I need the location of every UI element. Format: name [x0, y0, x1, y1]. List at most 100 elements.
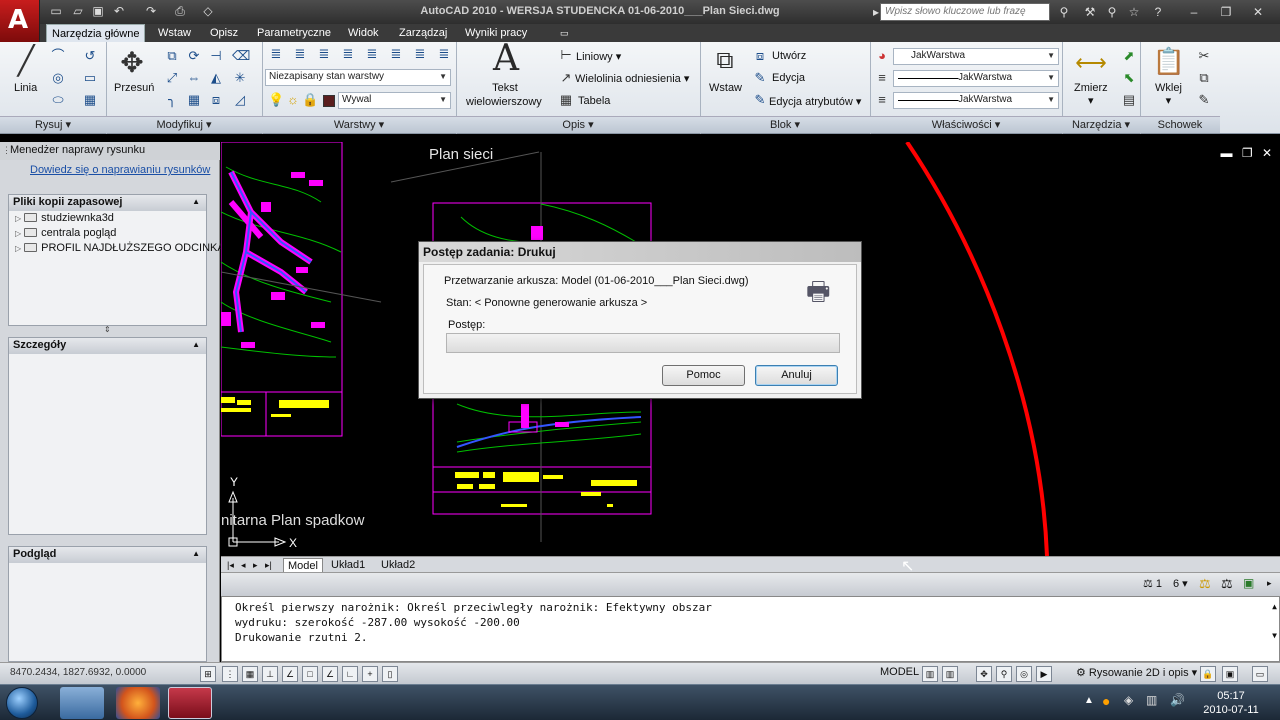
create-block-icon[interactable]: ⧈ — [752, 48, 768, 64]
tab-annotate[interactable]: Opisz — [205, 24, 243, 42]
palette-grip-icon[interactable]: ⋮ — [2, 145, 11, 156]
auto-scale-icon[interactable]: ⚖ — [1221, 576, 1233, 592]
circle-icon[interactable]: ◎ — [50, 70, 66, 86]
line-icon[interactable]: ╱ — [10, 46, 42, 76]
hatch-icon[interactable]: ▦ — [82, 92, 98, 108]
layer-isolate-icon[interactable]: ≣ — [292, 46, 308, 62]
maximize-icon[interactable]: ❐ — [1218, 4, 1234, 20]
tab-insert[interactable]: Wstaw — [153, 24, 196, 42]
annotation-scale-icon[interactable]: ⚖ 1 — [1143, 577, 1162, 590]
lineweight-toggle-icon[interactable]: ▯ — [382, 666, 398, 682]
arc-icon[interactable]: ↺ — [82, 48, 98, 64]
text-label-1[interactable]: Tekst — [490, 82, 520, 94]
new-file-icon[interactable]: ▭ — [48, 3, 64, 19]
panel-annotation-footer[interactable]: Opis ▾ — [456, 116, 700, 133]
start-button[interactable] — [6, 687, 38, 719]
rectangle-icon[interactable]: ▭ — [82, 70, 98, 86]
close-icon[interactable]: ✕ — [1250, 4, 1266, 20]
insert-block-icon[interactable]: ⧉ — [708, 46, 742, 76]
tab-last-icon[interactable]: ▸| — [261, 558, 276, 572]
splitter-grip-icon[interactable]: ⇕ — [104, 325, 111, 334]
expand-icon[interactable]: ▷ — [15, 244, 21, 253]
firefox-taskbar-icon[interactable] — [116, 687, 160, 719]
linear-dimension-label[interactable]: Liniowy ▾ — [576, 50, 621, 63]
table-label[interactable]: Tabela — [578, 95, 610, 107]
preview-header[interactable]: Podgląd — [9, 547, 206, 563]
layer-previous-icon[interactable]: ≣ — [412, 46, 428, 62]
linear-dimension-icon[interactable]: ⊢ — [558, 47, 574, 63]
edit-attributes-label[interactable]: Edycja atrybutów ▾ — [769, 95, 861, 108]
tray-expand-icon[interactable]: ▲ — [1084, 695, 1094, 706]
cut-icon[interactable]: ✂ — [1196, 48, 1212, 64]
help-icon[interactable]: ? — [1150, 4, 1166, 20]
snap-icon[interactable]: ⋮ — [222, 666, 238, 682]
search-input[interactable]: Wpisz słowo kluczowe lub frazę — [880, 3, 1050, 21]
undo-icon[interactable]: ↶ — [111, 3, 127, 19]
open-file-icon[interactable]: ▱ — [70, 3, 86, 19]
tab-first-icon[interactable]: |◂ — [223, 558, 238, 572]
osnap-icon[interactable]: □ — [302, 666, 318, 682]
move-icon[interactable]: ✥ — [116, 48, 148, 78]
recovery-help-link[interactable]: Dowiedz się o naprawianiu rysunków — [30, 164, 210, 176]
layer-lock-icon[interactable]: ≣ — [364, 46, 380, 62]
otrack-icon[interactable]: ∠ — [322, 666, 338, 682]
quick-view-layouts-icon[interactable]: ▥ — [922, 666, 938, 682]
copy-clip-icon[interactable]: ⧉ — [1196, 70, 1212, 86]
mirror-icon[interactable]: ◭ — [208, 70, 224, 86]
scroll-right-icon[interactable]: ▸ — [1267, 578, 1272, 589]
ortho-icon[interactable]: ⊥ — [262, 666, 278, 682]
create-block-label[interactable]: Utwórz — [772, 50, 806, 62]
tray-firefox-icon[interactable]: ● — [1102, 693, 1110, 709]
annotation-visibility-control[interactable]: 6 ▾ — [1173, 577, 1188, 590]
quick-select-icon[interactable]: ⬈ — [1121, 48, 1137, 64]
tab-home[interactable]: Narzędzia główne — [46, 24, 146, 42]
tree-item-backup[interactable]: ▷ studziewnka3d — [9, 211, 206, 226]
explode-icon[interactable]: ✳ — [232, 70, 248, 86]
paste-icon[interactable]: 📋 — [1152, 46, 1186, 76]
command-line[interactable]: Określ pierwszy narożnik: Określ przeciw… — [221, 596, 1280, 662]
tree-item-backup[interactable]: ▷ centrala pogląd — [9, 226, 206, 241]
array-icon[interactable]: ▦ — [186, 92, 202, 108]
tray-volume-icon[interactable]: 🔊 — [1170, 693, 1185, 707]
panel-layers-footer[interactable]: Warstwy ▾ — [262, 116, 456, 133]
infer-constraints-icon[interactable]: ⊞ — [200, 666, 216, 682]
clean-screen-icon[interactable]: ▣ — [1222, 666, 1238, 682]
cancel-button[interactable]: Anuluj — [755, 365, 838, 386]
move-button-label[interactable]: Przesuń — [114, 82, 154, 94]
toolbar-lock-icon[interactable]: 🔒 — [1200, 666, 1216, 682]
layer-properties-icon[interactable]: ≣ — [268, 46, 284, 62]
drawing-close-icon[interactable]: ✕ — [1262, 146, 1272, 160]
expand-icon[interactable]: ▷ — [15, 214, 21, 223]
lineweight-icon[interactable]: ≡ — [874, 92, 890, 108]
lock-icon[interactable]: 🔒 — [302, 92, 318, 108]
layer-freeze-icon[interactable]: ≣ — [340, 46, 356, 62]
ellipse-icon[interactable]: ⬭ — [50, 92, 66, 108]
backup-files-header[interactable]: Pliki kopii zapasowej — [9, 195, 206, 211]
help-button[interactable]: Pomoc — [662, 365, 745, 386]
layer-walk-icon[interactable]: ≣ — [436, 46, 452, 62]
measure-icon[interactable]: ⟷ — [1074, 48, 1108, 78]
chamfer-icon[interactable]: ◿ — [232, 92, 248, 108]
panel-clipboard-footer[interactable]: Schowek — [1140, 116, 1220, 133]
select-filter-icon[interactable]: ⬉ — [1121, 70, 1137, 86]
stretch-icon[interactable]: ⇔ — [186, 70, 202, 86]
coordinates-readout[interactable]: 8470.2434, 1827.6932, 0.0000 — [10, 667, 146, 678]
panel-modify-footer[interactable]: Modyfikuj ▾ — [106, 116, 262, 133]
details-header[interactable]: Szczegóły — [9, 338, 206, 354]
showmotion-icon[interactable]: ▶ — [1036, 666, 1052, 682]
pan-icon[interactable]: ✥ — [976, 666, 992, 682]
insert-block-label[interactable]: Wstaw — [709, 82, 742, 94]
subscription-icon[interactable]: ⚒ — [1082, 4, 1098, 20]
multileader-icon[interactable]: ↗ — [558, 70, 574, 86]
match-properties-icon[interactable]: ✎ — [1196, 92, 1212, 108]
scroll-up-icon[interactable]: ▲ — [1272, 599, 1277, 614]
application-menu-button[interactable]: A — [0, 0, 40, 42]
measure-label[interactable]: Zmierz ▾ — [1074, 82, 1108, 107]
rotate-icon[interactable]: ⟳ — [186, 48, 202, 64]
tab-layout2[interactable]: Układ2 — [377, 558, 419, 572]
save-icon[interactable]: ▣ — [90, 3, 106, 19]
polyline-icon[interactable]: ⌒ — [50, 48, 66, 64]
tree-item-backup[interactable]: ▷ PROFIL NAJDŁUŻSZEGO ODCINKA — [9, 241, 225, 256]
taskbar-clock[interactable]: 05:17 2010-07-11 — [1196, 689, 1266, 717]
zoom-icon[interactable]: ⚲ — [996, 666, 1012, 682]
